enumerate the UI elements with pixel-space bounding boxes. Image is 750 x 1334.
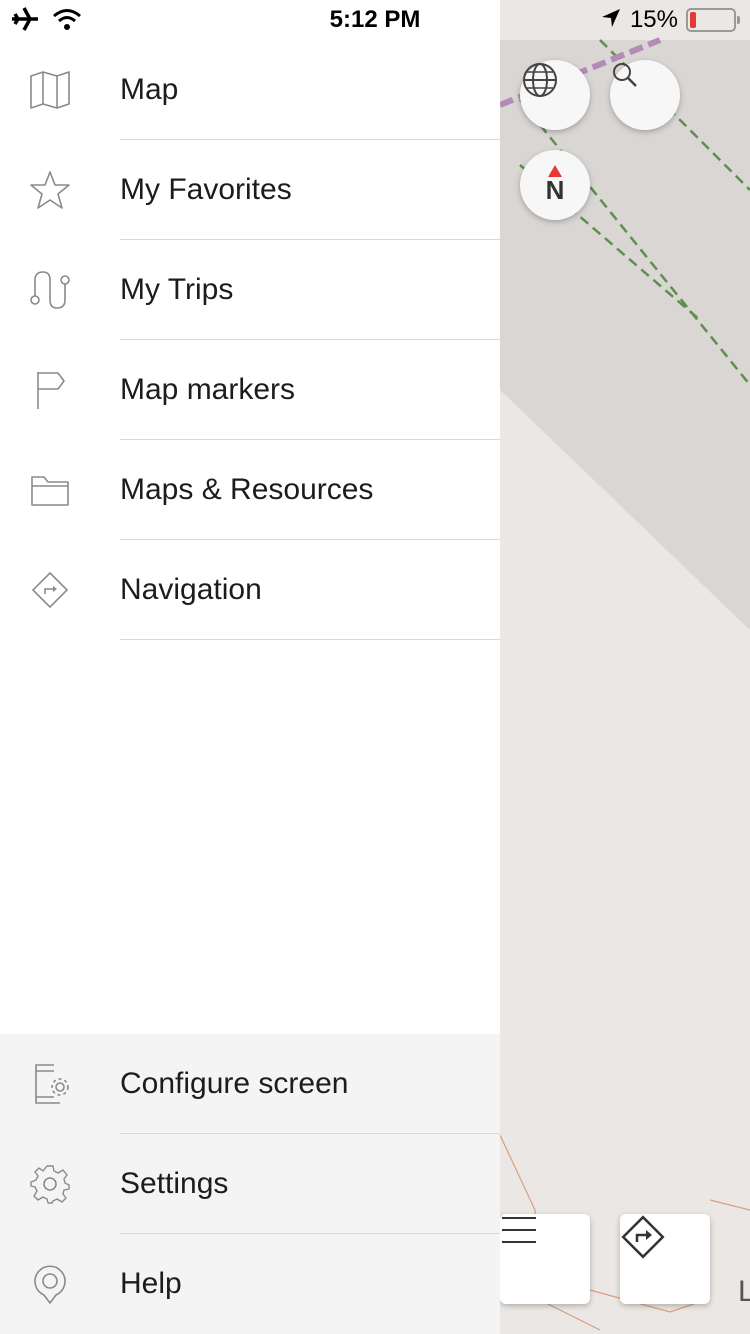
compass-button[interactable]: N	[520, 150, 590, 220]
star-icon	[28, 168, 72, 212]
configure-screen-icon	[28, 1062, 72, 1106]
menu-item-label: My Favorites	[120, 173, 292, 206]
menu-item-configure-screen[interactable]: Configure screen	[0, 1034, 500, 1134]
compass-icon: N	[535, 163, 575, 207]
menu-item-label: Map markers	[120, 373, 296, 406]
side-drawer: Map My Favorites My Trips Map markers Ma…	[0, 0, 500, 1334]
compass-letter: N	[545, 175, 565, 205]
status-bar: 5:12 PM 15%	[0, 0, 750, 40]
menu-item-map[interactable]: Map	[0, 40, 500, 140]
menu-item-label: Maps & Resources	[120, 473, 374, 506]
menu-item-settings[interactable]: Settings	[0, 1134, 500, 1234]
menu-item-map-markers[interactable]: Map markers	[0, 340, 500, 440]
divider	[120, 639, 500, 640]
map-label-fragment: L	[738, 1275, 750, 1308]
route-icon	[28, 268, 72, 312]
drawer-main-menu: Map My Favorites My Trips Map markers Ma…	[0, 40, 500, 640]
menu-item-label: Navigation	[120, 573, 262, 606]
drawer-bottom-menu: Configure screen Settings Help	[0, 1034, 500, 1334]
menu-item-label: Map	[120, 73, 179, 106]
help-icon	[28, 1262, 72, 1306]
menu-item-label: Help	[120, 1267, 182, 1300]
navigation-icon	[28, 568, 72, 612]
menu-item-label: Configure screen	[120, 1067, 349, 1100]
folder-icon	[28, 468, 72, 512]
location-arrow-icon	[600, 7, 622, 34]
search-button[interactable]	[610, 60, 680, 130]
battery-level	[690, 12, 696, 28]
gear-icon	[28, 1162, 72, 1206]
menu-item-my-trips[interactable]: My Trips	[0, 240, 500, 340]
menu-item-navigation[interactable]: Navigation	[0, 540, 500, 640]
globe-button[interactable]	[520, 60, 590, 130]
menu-item-label: Settings	[120, 1167, 229, 1200]
battery-icon	[686, 8, 740, 32]
menu-item-my-favorites[interactable]: My Favorites	[0, 140, 500, 240]
menu-item-label: My Trips	[120, 273, 234, 306]
menu-button[interactable]	[500, 1214, 590, 1304]
menu-item-maps-resources[interactable]: Maps & Resources	[0, 440, 500, 540]
battery-percent: 15%	[629, 6, 678, 33]
flag-icon	[28, 368, 72, 412]
directions-button[interactable]	[620, 1214, 710, 1304]
menu-item-help[interactable]: Help	[0, 1234, 500, 1334]
map-icon	[28, 68, 72, 112]
